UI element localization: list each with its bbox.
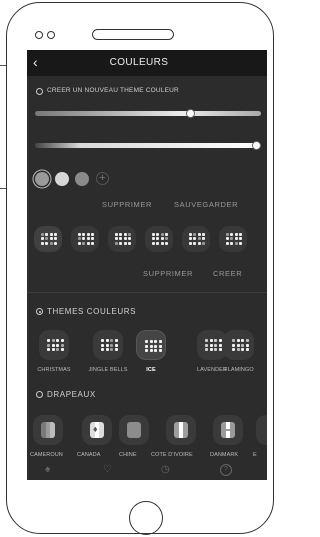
pattern-button[interactable] xyxy=(108,226,136,252)
led-grid-icon xyxy=(101,339,118,351)
flag-icon xyxy=(127,422,141,438)
flag-label: CANADA xyxy=(77,452,101,458)
led-grid-icon xyxy=(41,233,57,245)
flag-button[interactable]: ♦ xyxy=(82,415,112,445)
radio-new-theme[interactable] xyxy=(36,88,43,95)
pattern-button[interactable] xyxy=(71,226,99,252)
home-button[interactable] xyxy=(129,501,163,535)
radio-flags[interactable] xyxy=(36,391,43,398)
themes-section-title: THEMES COULEURS xyxy=(47,307,137,316)
flag-label: COTE D'IVOIRE xyxy=(151,452,193,458)
save-swatch-button[interactable]: SAUVEGARDER xyxy=(174,200,238,209)
led-grid-icon xyxy=(226,233,242,245)
add-swatch-icon[interactable]: + xyxy=(96,172,109,185)
create-pattern-button[interactable]: CREER xyxy=(213,269,242,278)
radio-themes[interactable] xyxy=(36,308,43,315)
delete-pattern-button[interactable]: SUPPRIMER xyxy=(143,269,193,278)
theme-button[interactable] xyxy=(39,330,69,360)
pattern-button[interactable] xyxy=(219,226,247,252)
color-swatch[interactable] xyxy=(75,172,89,186)
help-icon[interactable]: ? xyxy=(220,464,232,476)
divider xyxy=(27,292,267,293)
led-grid-icon xyxy=(145,340,162,352)
theme-label: JINGLE BELLS xyxy=(88,367,128,373)
delete-swatch-button[interactable]: SUPPRIMER xyxy=(102,200,152,209)
led-grid-icon xyxy=(189,233,205,245)
flag-icon: ♦ xyxy=(90,422,104,438)
theme-label: CHRISTMAS xyxy=(37,367,71,373)
flag-button[interactable] xyxy=(119,415,149,445)
flag-icon xyxy=(174,422,188,438)
timer-icon[interactable]: ◷ xyxy=(161,464,170,475)
color-swatch[interactable] xyxy=(35,172,49,186)
flag-label: CHINE xyxy=(119,452,137,458)
theme-label: ICE xyxy=(146,367,156,373)
pattern-button[interactable] xyxy=(145,226,173,252)
tree-icon[interactable]: ♠ xyxy=(45,464,50,475)
flag-icon xyxy=(41,422,55,438)
hue-slider[interactable] xyxy=(35,109,261,118)
led-grid-icon xyxy=(47,339,64,351)
flag-button[interactable] xyxy=(256,415,267,445)
led-grid-icon xyxy=(232,339,249,351)
theme-button[interactable] xyxy=(224,330,254,360)
color-swatch[interactable] xyxy=(55,172,69,186)
flag-button[interactable] xyxy=(213,415,243,445)
led-grid-icon xyxy=(115,233,131,245)
theme-button[interactable] xyxy=(197,330,227,360)
pattern-button[interactable] xyxy=(34,226,62,252)
heart-icon[interactable]: ♡ xyxy=(103,464,112,475)
flag-label: DANMARK xyxy=(210,452,239,458)
flags-section-title: DRAPEAUX xyxy=(47,390,96,399)
theme-button[interactable] xyxy=(93,330,123,360)
flag-label: E xyxy=(253,452,257,458)
led-grid-icon xyxy=(152,233,168,245)
theme-button[interactable] xyxy=(136,330,166,360)
speaker-grille xyxy=(92,29,174,40)
app-header: ‹ COULEURS xyxy=(27,50,267,76)
flag-button[interactable] xyxy=(33,415,63,445)
led-grid-icon xyxy=(78,233,94,245)
flag-icon xyxy=(221,422,235,438)
brightness-slider[interactable] xyxy=(35,141,261,150)
theme-label: FLAMINGO xyxy=(224,367,254,373)
flag-label: CAMEROUN xyxy=(30,452,63,458)
brightness-slider-thumb[interactable] xyxy=(251,141,261,150)
flag-button[interactable] xyxy=(166,415,196,445)
new-theme-label: CREER UN NOUVEAU THEME COULEUR xyxy=(47,87,179,94)
sensor-icon xyxy=(47,31,55,39)
led-grid-icon xyxy=(205,339,222,351)
app-screen: ‹ COULEURS CREER UN NOUVEAU THEME COULEU… xyxy=(27,50,267,480)
pattern-button[interactable] xyxy=(182,226,210,252)
camera-icon xyxy=(35,31,43,39)
page-title: COULEURS xyxy=(109,57,169,68)
hue-slider-thumb[interactable] xyxy=(186,109,196,118)
